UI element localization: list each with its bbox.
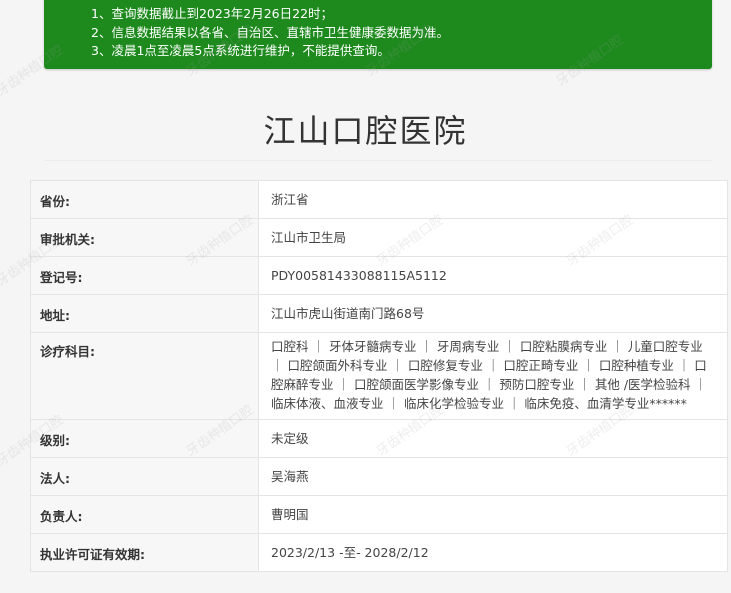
legal-person-value: 吴海燕 — [271, 469, 309, 484]
title-divider — [44, 160, 712, 161]
province-value: 浙江省 — [271, 192, 309, 207]
row-license-validity: 执业许可证有效期: 2023/2/13 -至- 2028/2/12 — [31, 534, 727, 572]
subjects-value: 口腔科 ｜ 牙体牙髓病专业 ｜ 牙周病专业 ｜ 口腔粘膜病专业 ｜ 儿童口腔专业… — [271, 339, 707, 411]
row-address: 地址: 江山市虎山街道南门路68号 — [31, 295, 727, 333]
notice-banner: 1、查询数据截止到2023年2月26日22时； 2、信息数据结果以各省、自治区、… — [44, 0, 712, 69]
label-cell: 执业许可证有效期: — [31, 534, 259, 571]
label-cell: 地址: — [31, 295, 259, 332]
legal-person-label: 法人: — [40, 471, 70, 486]
authority-label: 审批机关: — [40, 232, 95, 247]
label-cell: 审批机关: — [31, 219, 259, 256]
province-label: 省份: — [40, 194, 70, 209]
row-legal-person: 法人: 吴海燕 — [31, 458, 727, 496]
authority-value: 江山市卫生局 — [271, 230, 347, 245]
reg-no-label: 登记号: — [40, 270, 83, 285]
license-validity-value: 2023/2/13 -至- 2028/2/12 — [271, 545, 429, 560]
level-value: 未定级 — [271, 431, 309, 446]
address-label: 地址: — [40, 308, 70, 323]
label-cell: 登记号: — [31, 257, 259, 294]
row-authority: 审批机关: 江山市卫生局 — [31, 219, 727, 257]
label-cell: 省份: — [31, 181, 259, 218]
label-cell: 诊疗科目: — [31, 333, 259, 419]
label-cell: 级别: — [31, 420, 259, 457]
notice-line-2: 2、信息数据结果以各省、自治区、直辖市卫生健康委数据为准。 — [91, 25, 449, 40]
reg-no-value: PDY00581433088115A5112 — [271, 268, 447, 283]
row-level: 级别: 未定级 — [31, 420, 727, 458]
hospital-info-table: 省份: 浙江省 审批机关: 江山市卫生局 登记号: PDY00581433088… — [30, 180, 728, 572]
hospital-title: 江山口腔医院 — [263, 112, 468, 150]
subjects-label: 诊疗科目: — [40, 344, 95, 359]
label-cell: 负责人: — [31, 496, 259, 533]
principal-value: 曹明国 — [271, 507, 309, 522]
row-principal: 负责人: 曹明国 — [31, 496, 727, 534]
principal-label: 负责人: — [40, 509, 83, 524]
license-validity-label: 执业许可证有效期: — [40, 547, 145, 562]
notice-line-1: 1、查询数据截止到2023年2月26日22时； — [91, 6, 334, 21]
notice-line-3: 3、凌晨1点至凌晨5点系统进行维护，不能提供查询。 — [91, 43, 390, 58]
level-label: 级别: — [40, 433, 70, 448]
address-value: 江山市虎山街道南门路68号 — [271, 306, 425, 321]
label-cell: 法人: — [31, 458, 259, 495]
row-reg-no: 登记号: PDY00581433088115A5112 — [31, 257, 727, 295]
row-province: 省份: 浙江省 — [31, 181, 727, 219]
row-subjects: 诊疗科目: 口腔科 ｜ 牙体牙髓病专业 ｜ 牙周病专业 ｜ 口腔粘膜病专业 ｜ … — [31, 333, 727, 420]
